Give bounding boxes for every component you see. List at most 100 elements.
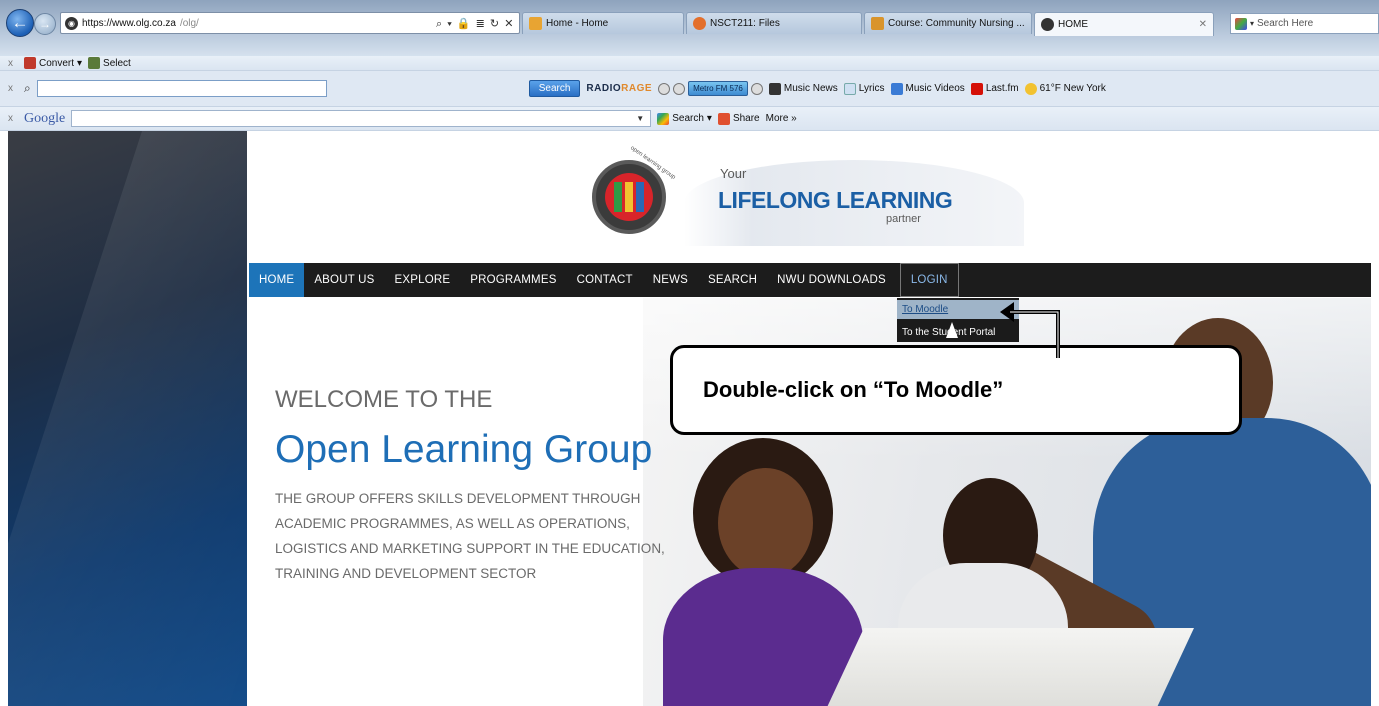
- convert-label: Convert: [39, 57, 75, 69]
- tab-label: NSCT211: Files: [710, 18, 780, 29]
- callout-arrow-icon: [1000, 302, 1060, 358]
- radio-player[interactable]: Metro FM 576: [658, 81, 763, 96]
- olg-logo[interactable]: [592, 160, 666, 234]
- lastfm-icon: [970, 82, 983, 95]
- select-icon: [88, 57, 101, 69]
- address-url-path: /olg/: [179, 17, 199, 29]
- toolbar-search-button[interactable]: Search: [528, 80, 581, 97]
- site-favicon-icon: ◉: [65, 16, 78, 30]
- intro-line-3: LOGISTICS AND MARKETING SUPPORT IN THE E…: [275, 541, 665, 556]
- share-label: Share: [732, 113, 760, 124]
- more-button[interactable]: More »: [766, 113, 797, 124]
- moodle-icon: [871, 17, 884, 30]
- tab-label: HOME: [1058, 19, 1088, 30]
- ie-icon: [693, 17, 706, 30]
- site-favicon-icon: [1041, 18, 1054, 31]
- close-tab-icon[interactable]: ✕: [1199, 19, 1207, 30]
- search-provider-icon: [1235, 17, 1247, 30]
- mouse-cursor-icon: [946, 322, 958, 338]
- welcome-heading: WELCOME TO THE: [275, 386, 493, 413]
- google-search-icon: [657, 112, 670, 125]
- address-url: https://www.olg.co.za: [82, 17, 176, 29]
- convert-button[interactable]: Convert ▾: [24, 57, 82, 69]
- instruction-callout: Double-click on “To Moodle”: [670, 345, 1242, 435]
- google-search-button[interactable]: Search ▾: [657, 112, 712, 125]
- search-icon: ⌕: [24, 81, 31, 95]
- music-videos-label: Music Videos: [905, 83, 965, 94]
- radio-station-label[interactable]: Metro FM 576: [688, 81, 748, 96]
- student-left-shirt: [663, 568, 863, 706]
- tab-label: Home - Home: [546, 18, 609, 29]
- page-title: Open Learning Group: [275, 428, 653, 471]
- convert-toolbar: x Convert ▾ Select: [0, 56, 1379, 71]
- google-logo: Google: [24, 110, 66, 126]
- nav-news[interactable]: NEWS: [643, 263, 698, 297]
- weather-link[interactable]: 61°F New York: [1024, 82, 1106, 95]
- tagline-partner: partner: [886, 213, 921, 225]
- toolbar-search-input[interactable]: [36, 80, 327, 97]
- lastfm-label: Last.fm: [985, 83, 1019, 94]
- music-news-icon: [768, 82, 781, 95]
- main-nav: HOME ABOUT US EXPLORE PROGRAMMES CONTACT…: [249, 263, 1371, 297]
- nav-login[interactable]: LOGIN: [899, 263, 959, 297]
- nav-nwu-downloads[interactable]: NWU DOWNLOADS: [767, 263, 896, 297]
- close-toolbar-icon[interactable]: x: [8, 113, 18, 124]
- music-news-link[interactable]: Music News: [768, 82, 838, 95]
- intro-line-2: ACADEMIC PROGRAMMES, AS WELL AS OPERATIO…: [275, 516, 630, 531]
- close-toolbar-icon[interactable]: x: [8, 83, 18, 94]
- tab-community-nursing[interactable]: Course: Community Nursing ...: [864, 12, 1032, 34]
- share-button[interactable]: Share: [717, 112, 760, 125]
- chevron-down-icon: ▾: [706, 113, 712, 124]
- weather-label: 61°F New York: [1039, 83, 1106, 94]
- music-videos-icon: [890, 82, 903, 95]
- intro-line-4: TRAINING AND DEVELOPMENT SECTOR: [275, 566, 537, 581]
- callout-text: Double-click on “To Moodle”: [703, 377, 1004, 402]
- lyrics-link[interactable]: Lyrics: [843, 82, 885, 95]
- tagline-main: LIFELONG LEARNING: [718, 187, 953, 213]
- nav-about-us[interactable]: ABOUT US: [304, 263, 384, 297]
- close-toolbar-icon[interactable]: x: [8, 58, 18, 69]
- student-left-face: [718, 468, 813, 578]
- tagline-your: Your: [720, 166, 747, 181]
- radiorage-toolbar: x ⌕ Search RADIORAGE Metro FM 576 Music …: [0, 71, 1379, 107]
- tab-label: Course: Community Nursing ...: [888, 18, 1025, 29]
- page-background-left: [8, 131, 247, 706]
- select-button[interactable]: Select: [88, 57, 131, 69]
- browser-nav-row: ← → ◉ https://www.olg.co.za/olg/ ⌕ ▾ 🔒 ≣…: [0, 8, 1379, 38]
- volume-icon[interactable]: [673, 82, 686, 95]
- search-placeholder: Search Here: [1257, 18, 1314, 29]
- radio-options-icon[interactable]: [750, 82, 763, 95]
- back-button[interactable]: ←: [6, 9, 34, 37]
- music-news-label: Music News: [783, 83, 838, 94]
- address-bar-tools[interactable]: ⌕ ▾ 🔒 ≣ ↻ ✕: [436, 17, 514, 31]
- share-icon: [717, 112, 730, 125]
- tab-nsct211-files[interactable]: NSCT211: Files: [686, 12, 862, 34]
- desk-paper: [822, 628, 1194, 706]
- weather-icon: [1024, 82, 1037, 95]
- chevron-down-icon[interactable]: ▼: [636, 114, 644, 123]
- select-label: Select: [103, 57, 131, 69]
- tab-home-home[interactable]: Home - Home: [522, 12, 684, 34]
- intro-line-1: THE GROUP OFFERS SKILLS DEVELOPMENT THRO…: [275, 491, 641, 506]
- nav-explore[interactable]: EXPLORE: [385, 263, 461, 297]
- google-toolbar: x Google ▼ Search ▾ Share More »: [0, 107, 1379, 131]
- nav-contact[interactable]: CONTACT: [567, 263, 643, 297]
- tab-home-active[interactable]: HOME ✕: [1034, 12, 1214, 36]
- book-icon: [605, 173, 653, 221]
- forward-button[interactable]: →: [34, 13, 56, 35]
- chevron-down-icon: ▾: [1250, 19, 1255, 28]
- nav-home[interactable]: HOME: [249, 263, 305, 297]
- pdf-convert-icon: [24, 57, 36, 69]
- nav-programmes[interactable]: PROGRAMMES: [460, 263, 566, 297]
- sharepoint-icon: [529, 17, 542, 30]
- play-icon[interactable]: [658, 82, 671, 95]
- google-search-input[interactable]: ▼: [71, 110, 652, 127]
- lyrics-icon: [843, 82, 856, 95]
- chevron-down-icon: ▾: [77, 57, 83, 69]
- nav-search[interactable]: SEARCH: [698, 263, 767, 297]
- google-search-label: Search: [672, 113, 704, 124]
- browser-search-box[interactable]: ▾ Search Here: [1230, 13, 1379, 34]
- radiorage-logo: RADIORAGE: [586, 83, 653, 94]
- lastfm-link[interactable]: Last.fm: [970, 82, 1019, 95]
- music-videos-link[interactable]: Music Videos: [890, 82, 965, 95]
